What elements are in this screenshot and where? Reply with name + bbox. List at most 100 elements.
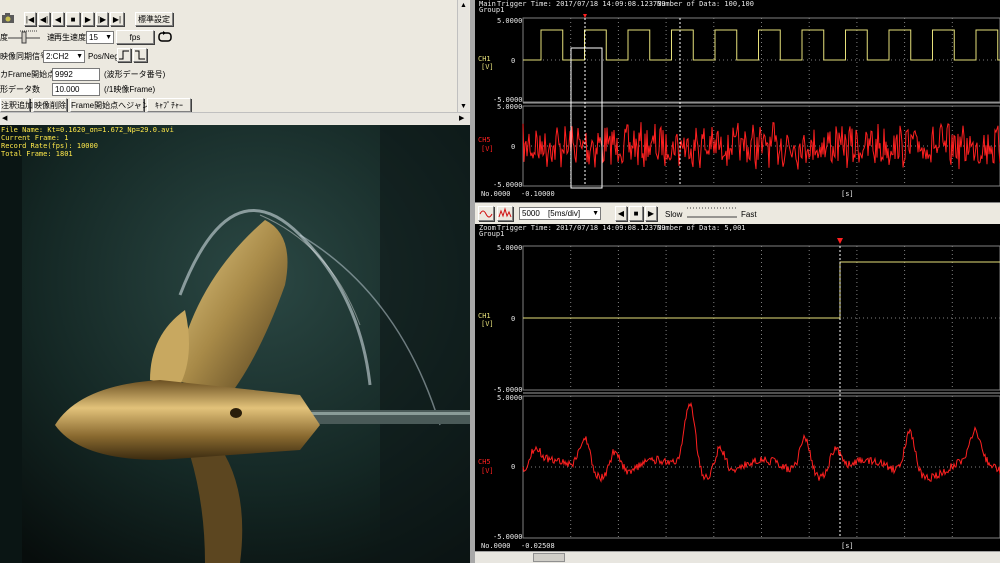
play-reverse-button[interactable]: ◀	[52, 12, 64, 26]
vertical-scrollbar[interactable]: ▲ ▼	[457, 0, 469, 112]
main-x-start: No.0000	[481, 190, 511, 198]
main-scope-num-data: Number of Data: 100,100	[657, 0, 754, 8]
main-ch5-top: 5.0000	[497, 103, 523, 111]
video-current-frame: Current Frame: 1	[1, 134, 69, 142]
add-annotation-button[interactable]: 注釈追加	[0, 98, 33, 112]
scroll-down-icon[interactable]: ▼	[460, 103, 467, 110]
chevron-down-icon: ▼	[76, 53, 83, 60]
zoom-scope-trigger-time: Trigger Time: 2017/07/18 14:09:08.123739	[497, 224, 666, 232]
standard-settings-button[interactable]: 標準設定	[135, 12, 173, 26]
main-ch1-top: 5.0000	[497, 17, 523, 25]
propeller-image	[0, 125, 470, 563]
playback-speed-label: 再生速度	[54, 33, 86, 42]
waveform-icon	[479, 210, 493, 218]
waveform-count-unit: (/1映像Frame)	[104, 85, 156, 94]
main-ch5-zero: 0	[511, 143, 516, 151]
zoom-scope-header: Zoom Trigger Time: 2017/07/18 14:09:08.1…	[475, 224, 1000, 238]
control-panel: |◀ ◀| ◀ ■ ▶ |▶ ▶| 標準設定 度 速 再生速度 15 ▼ fps…	[0, 0, 470, 125]
scroll-up-icon[interactable]: ▲	[460, 2, 467, 9]
video-record-rate: Record Rate(fps): 10000	[1, 142, 98, 150]
play-button[interactable]: ▶	[82, 12, 94, 26]
main-scope-trigger-time: Trigger Time: 2017/07/18 14:09:08.123739	[497, 0, 666, 8]
falling-edge-icon	[135, 50, 145, 60]
rising-edge-button[interactable]	[117, 48, 131, 62]
zoom-next-button[interactable]: ▶	[645, 206, 657, 221]
zoom-scope[interactable]: 5.0000 CH1 0 [V] -5.0000 5.0000 CH5 0 [V…	[475, 238, 1000, 551]
main-x-unit: [s]	[841, 190, 854, 198]
chevron-down-icon: ▼	[105, 34, 112, 41]
time-div-value: 5000	[522, 209, 540, 218]
zoom-horizontal-scrollbar[interactable]	[475, 551, 1000, 563]
zoom-ch5-label: CH5	[478, 458, 491, 466]
main-ch1-zero: 0	[511, 57, 516, 65]
scroll-right-icon[interactable]: ▶	[459, 114, 464, 122]
playback-speed-slider[interactable]	[8, 30, 40, 44]
first-frame-button[interactable]: |◀	[24, 12, 36, 26]
playback-speed-value: 15	[89, 33, 98, 42]
waveform-view-button[interactable]	[478, 206, 494, 221]
stop-button[interactable]: ■	[66, 12, 80, 26]
zoom-ch1-top: 5.0000	[497, 244, 523, 252]
main-ch5-unit: [V]	[481, 145, 494, 153]
video-file-name: File Name: Kt=0.1620_σn=1.672_Np=29.0.av…	[1, 126, 174, 134]
fps-button[interactable]: fps	[116, 30, 154, 44]
main-scope-header: Main Trigger Time: 2017/07/18 14:09:08.1…	[475, 0, 1000, 14]
frame-start-input[interactable]: 9992	[52, 68, 100, 81]
delete-video-button[interactable]: 映像削除	[33, 98, 67, 112]
capture-button[interactable]: ｷｬﾌﾟﾁｬｰ	[147, 98, 191, 112]
main-ch1-unit: [V]	[481, 63, 494, 71]
main-ch5-label: CH5	[478, 136, 491, 144]
camera-icon[interactable]	[1, 12, 15, 24]
main-ch5-bottom: -5.0000	[493, 181, 523, 189]
last-frame-button[interactable]: ▶|	[110, 12, 124, 26]
main-scope[interactable]: 5.0000 CH1 0 [V] -5.0000 5.0000 CH5 0 [V…	[475, 14, 1000, 202]
ch5-trace	[522, 401, 1000, 483]
zoom-window-marker	[570, 47, 603, 189]
frame-start-label: カFrame開始点	[0, 70, 56, 79]
zoom-speed-slider[interactable]	[687, 206, 737, 222]
zoom-scope-group: Group1	[479, 230, 505, 238]
waveform-count-label: 形データ数	[0, 85, 40, 94]
zoom-toolbar: 5000 [5ms/div] ▼ ◀ ■ ▶ Slow Fast	[475, 202, 1000, 224]
playback-speed-select[interactable]: 15 ▼	[86, 31, 114, 44]
zoom-ch5-top: 5.0000	[497, 394, 523, 402]
slow-label: Slow	[665, 210, 683, 219]
video-frame: File Name: Kt=0.1620_σn=1.672_Np=29.0.av…	[0, 125, 470, 563]
horizontal-scrollbar[interactable]: ◀ ▶	[0, 112, 470, 124]
zoom-ch5-unit: [V]	[481, 467, 494, 475]
scroll-thumb[interactable]	[533, 553, 565, 562]
sync-signal-value: 2:CH2	[46, 52, 69, 61]
main-ch1-label: CH1	[478, 55, 491, 63]
zoom-ch1-zero: 0	[511, 315, 516, 323]
fast-label: Fast	[741, 210, 757, 219]
sync-signal-select[interactable]: 2:CH2 ▼	[43, 50, 85, 63]
zoom-prev-button[interactable]: ◀	[615, 206, 627, 221]
scroll-left-icon[interactable]: ◀	[2, 114, 7, 122]
jump-frame-start-button[interactable]: Frame開始点へジャンプ	[70, 98, 157, 112]
rising-edge-icon	[119, 50, 129, 60]
prev-frame-button[interactable]: ◀|	[38, 12, 50, 26]
zoom-ch5-bottom: -5.0000	[493, 533, 523, 541]
main-scope-group: Group1	[479, 6, 505, 14]
zoom-x-start: No.0000	[481, 542, 511, 550]
next-frame-button[interactable]: |▶	[96, 12, 108, 26]
zoom-stop-button[interactable]: ■	[629, 206, 643, 221]
waveform-count-input[interactable]: 10.000	[52, 83, 100, 96]
zoom-ch1-label: CH1	[478, 312, 491, 320]
pos-neg-label: Pos/Neg	[88, 52, 119, 61]
zoom-scope-num-data: Number of Data: 5,001	[657, 224, 746, 232]
zoom-ch5-zero: 0	[511, 463, 516, 471]
loop-icon[interactable]	[158, 31, 172, 43]
slider-left-label: 度	[0, 33, 8, 42]
chevron-down-icon: ▼	[592, 210, 599, 217]
fft-view-button[interactable]	[497, 206, 513, 221]
zoom-ch1-unit: [V]	[481, 320, 494, 328]
falling-edge-button[interactable]	[133, 48, 147, 62]
zoom-x-unit: [s]	[841, 542, 854, 550]
main-x-start-value: -0.10000	[521, 190, 555, 198]
frame-start-unit: (波形データ番号)	[104, 70, 166, 79]
sync-signal-label: 映像同期信号	[0, 52, 48, 61]
zoom-ch1-bottom: -5.0000	[493, 386, 523, 394]
time-div-select[interactable]: 5000 [5ms/div] ▼	[519, 207, 601, 220]
trigger-marker-icon	[583, 14, 587, 18]
